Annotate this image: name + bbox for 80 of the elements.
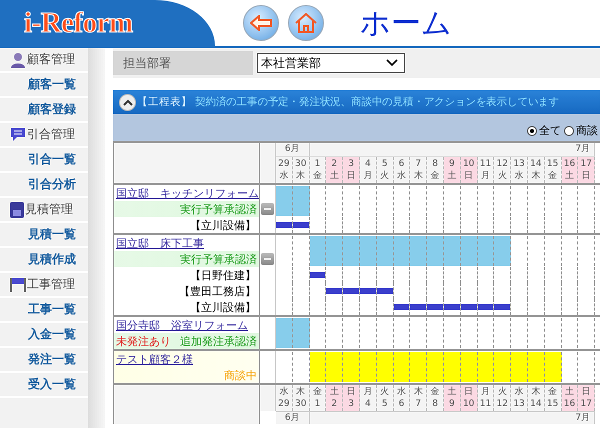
- date-header: 14 木: [528, 157, 545, 183]
- date-header: 6 水: [394, 157, 410, 183]
- page-title: ホーム: [360, 4, 452, 42]
- date-header: 木 7: [410, 385, 428, 411]
- date-header: 9 土: [444, 157, 461, 183]
- month-header: 7月: [310, 143, 596, 157]
- section-label: 顧客管理: [27, 51, 75, 68]
- vendor-label: 【立川設備】: [189, 300, 257, 314]
- date-header: 16 土: [562, 157, 578, 183]
- date-header: 29 水: [276, 157, 293, 183]
- house-icon: [295, 13, 317, 33]
- date-header: 12 火: [494, 157, 512, 183]
- flag-icon: [10, 277, 26, 292]
- section-label: 工事管理: [27, 276, 75, 293]
- radio-option[interactable]: 商談: [564, 123, 598, 138]
- status-label: 実行予算承認済: [180, 252, 257, 266]
- panel-title: 【工程表】: [137, 95, 192, 109]
- panel-description: 契約済の工事の予定・発注状況、商談中の見積・アクションを表示しています: [195, 95, 560, 109]
- status-label: 未発注あり: [116, 334, 171, 348]
- date-header: 火 5: [376, 385, 394, 411]
- vendor-label: 【立川設備】: [189, 218, 257, 232]
- chevron-down-icon: [386, 59, 398, 67]
- date-header: 5 火: [376, 157, 394, 183]
- date-header: 水 13: [511, 385, 528, 411]
- date-header: 8 金: [427, 157, 444, 183]
- date-header: 日 10: [460, 385, 478, 411]
- speech-bubble-icon: [10, 127, 26, 142]
- date-header: 金 15: [544, 385, 562, 411]
- date-header: 火 12: [494, 385, 512, 411]
- left-arrow-icon: [250, 15, 272, 31]
- project-link[interactable]: 国立邸 キッチンリフォーム: [114, 186, 260, 200]
- date-header: 10 日: [460, 157, 478, 183]
- date-header: 月 4: [360, 385, 377, 411]
- vendor-label: 【豊田工務店】: [178, 284, 257, 298]
- section-label: 引合管理: [27, 126, 75, 143]
- date-header: 17 日: [578, 157, 596, 183]
- date-header: 3 日: [343, 157, 360, 183]
- status-label: 実行予算承認済: [180, 202, 257, 216]
- department-select[interactable]: 本社営業部: [257, 53, 405, 73]
- section-label: 見積管理: [25, 201, 73, 218]
- collapse-toggle[interactable]: [261, 203, 274, 215]
- collapse-button[interactable]: [119, 94, 136, 110]
- date-header: 水 6: [394, 385, 410, 411]
- date-header: 月 11: [478, 385, 494, 411]
- date-header: 土 9: [444, 385, 461, 411]
- home-button[interactable]: [288, 5, 324, 41]
- project-link[interactable]: テスト顧客２様: [114, 352, 260, 366]
- project-link[interactable]: 国分寺邸 浴室リフォーム: [114, 318, 260, 332]
- date-header: 7 木: [410, 157, 428, 183]
- date-header: 日 17: [578, 385, 596, 411]
- date-header: 4 月: [360, 157, 377, 183]
- date-header: 水 29: [276, 385, 293, 411]
- vendor-label: 【日野住建】: [189, 268, 257, 282]
- date-header: 11 月: [478, 157, 494, 183]
- date-header: 土 16: [562, 385, 578, 411]
- date-header: 30 木: [292, 157, 310, 183]
- department-label: 担当部署: [113, 51, 253, 75]
- month-header: 6月: [276, 143, 310, 157]
- collapse-toggle[interactable]: [261, 253, 274, 265]
- date-header: 日 3: [343, 385, 360, 411]
- date-header: 2 土: [326, 157, 344, 183]
- footer-cell: [260, 385, 276, 411]
- radio-option[interactable]: 全て: [527, 123, 561, 138]
- project-link[interactable]: 国立邸 床下工事: [114, 236, 260, 250]
- status-label: 商談中: [224, 368, 257, 382]
- date-header: 15 金: [544, 157, 562, 183]
- month-header: 7月: [310, 411, 596, 424]
- date-header: 13 水: [511, 157, 528, 183]
- date-header: 1 金: [310, 157, 326, 183]
- month-header: 6月: [276, 411, 310, 424]
- date-header: 金 8: [427, 385, 444, 411]
- date-header: 土 2: [326, 385, 344, 411]
- date-header: 木 30: [292, 385, 310, 411]
- status-label: 追加発注承認済: [180, 334, 257, 348]
- date-header: 金 1: [310, 385, 326, 411]
- back-button[interactable]: [243, 5, 279, 41]
- date-header: 木 14: [528, 385, 545, 411]
- logo-text: i-Reform: [24, 6, 133, 40]
- person-icon: [10, 52, 26, 68]
- header-cell: [260, 143, 276, 183]
